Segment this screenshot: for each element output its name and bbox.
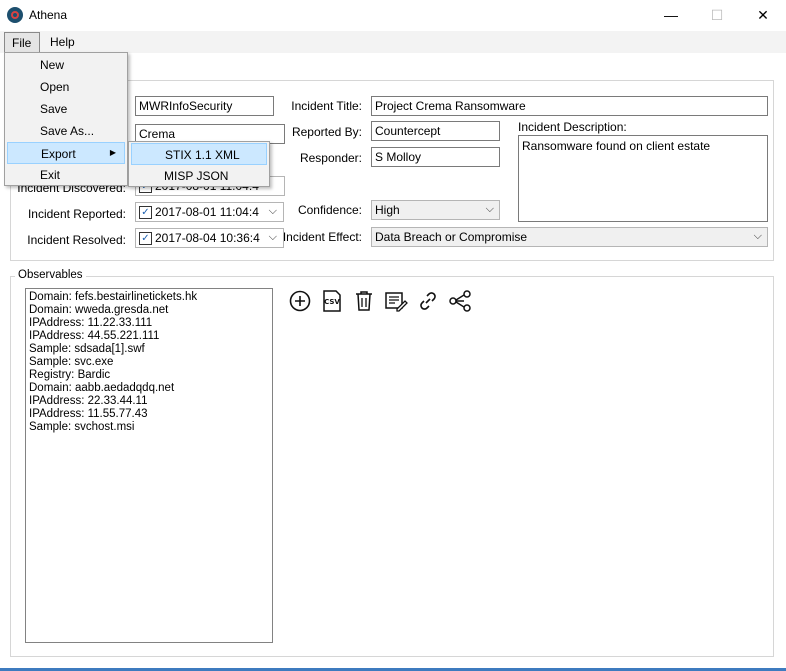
list-item[interactable]: Domain: aabb.aedadqdq.net xyxy=(29,382,272,395)
menu-item-export[interactable]: Export ▶ xyxy=(7,142,125,164)
list-item[interactable]: Registry: Bardic xyxy=(29,369,272,382)
share-graph-icon xyxy=(449,290,471,312)
menu-help[interactable]: Help xyxy=(43,32,83,53)
observables-label: Observables xyxy=(15,269,86,281)
menu-item-exit[interactable]: Exit xyxy=(7,164,125,186)
submenu-item-misp[interactable]: MISP JSON xyxy=(131,165,267,187)
chevron-down-icon: ⌵ xyxy=(485,203,494,215)
edit-observables-button[interactable] xyxy=(384,289,408,313)
share-graph-button[interactable] xyxy=(448,289,472,313)
link-icon xyxy=(420,292,436,310)
title-bar: Athena — ☐ ✕ xyxy=(0,0,786,30)
window-title: Athena xyxy=(29,8,68,22)
organisation-field[interactable]: MWRInfoSecurity xyxy=(135,96,274,116)
observables-list[interactable]: Domain: fefs.bestairlinetickets.hk Domai… xyxy=(25,288,273,643)
incident-resolved-label: Incident Resolved: xyxy=(27,233,126,247)
import-csv-button[interactable]: CSV xyxy=(320,289,344,313)
reported-date: 2017-08-01 11:04:4 xyxy=(155,205,259,219)
list-item[interactable]: Domain: fefs.bestairlinetickets.hk xyxy=(29,291,272,304)
edit-list-icon xyxy=(385,292,408,312)
menu-item-export-label: Export xyxy=(41,147,76,161)
link-observables-button[interactable] xyxy=(416,289,440,313)
csv-icon-text: CSV xyxy=(324,298,340,306)
list-item[interactable]: Sample: sdsada[1].swf xyxy=(29,343,272,356)
list-item[interactable]: IPAddress: 11.22.33.111 xyxy=(29,317,272,330)
trash-icon xyxy=(356,291,372,311)
responder-label: Responder: xyxy=(299,151,362,165)
minimize-button[interactable]: — xyxy=(648,0,694,30)
menu-file[interactable]: File xyxy=(4,32,40,53)
chevron-down-icon: ⌵ xyxy=(268,205,277,217)
delete-observable-button[interactable] xyxy=(352,289,376,313)
incident-reported-label: Incident Reported: xyxy=(27,207,126,221)
list-item[interactable]: Sample: svc.exe xyxy=(29,356,272,369)
menu-item-open[interactable]: Open xyxy=(7,76,125,98)
menu-bar xyxy=(0,31,786,53)
confidence-label: Confidence: xyxy=(297,203,362,217)
list-item[interactable]: Sample: svchost.msi xyxy=(29,421,272,434)
menu-item-save-as[interactable]: Save As... xyxy=(7,120,125,142)
list-item[interactable]: IPAddress: 44.55.221.111 xyxy=(29,330,272,343)
reported-by-field[interactable]: Countercept xyxy=(371,121,500,141)
add-icon xyxy=(289,290,311,312)
csv-icon: CSV xyxy=(323,290,341,312)
incident-resolved-picker[interactable]: ✓ 2017-08-04 10:36:4 ⌵ xyxy=(135,228,284,248)
incident-description-label: Incident Description: xyxy=(518,120,627,134)
incident-title-label: Incident Title: xyxy=(291,99,362,113)
confidence-value: High xyxy=(375,203,400,217)
chevron-down-icon: ⌵ xyxy=(753,230,762,242)
export-submenu: STIX 1.1 XML MISP JSON xyxy=(128,141,270,187)
close-button[interactable]: ✕ xyxy=(740,0,786,30)
list-item[interactable]: Domain: wweda.gresda.net xyxy=(29,304,272,317)
maximize-button[interactable]: ☐ xyxy=(694,0,740,30)
resolved-date: 2017-08-04 10:36:4 xyxy=(155,231,260,245)
incident-description-textarea[interactable]: Ransomware found on client estate xyxy=(518,135,768,222)
app-logo-icon xyxy=(7,7,23,23)
add-observable-button[interactable] xyxy=(288,289,312,313)
menu-item-new[interactable]: New xyxy=(7,54,125,76)
chevron-right-icon: ▶ xyxy=(109,148,116,157)
resolved-checkbox[interactable]: ✓ xyxy=(139,232,152,245)
file-menu-dropdown: New Open Save Save As... Export ▶ Exit xyxy=(4,52,128,186)
confidence-select[interactable]: High ⌵ xyxy=(371,200,500,220)
reported-checkbox[interactable]: ✓ xyxy=(139,206,152,219)
responder-field[interactable]: S Molloy xyxy=(371,147,500,167)
list-item[interactable]: IPAddress: 22.33.44.11 xyxy=(29,395,272,408)
incident-effect-value: Data Breach or Compromise xyxy=(375,230,528,244)
incident-reported-picker[interactable]: ✓ 2017-08-01 11:04:4 ⌵ xyxy=(135,202,284,222)
incident-effect-select[interactable]: Data Breach or Compromise ⌵ xyxy=(371,227,768,247)
submenu-item-stix[interactable]: STIX 1.1 XML xyxy=(131,143,267,165)
list-item[interactable]: IPAddress: 11.55.77.43 xyxy=(29,408,272,421)
incident-effect-label: Incident Effect: xyxy=(282,230,362,244)
incident-title-field[interactable]: Project Crema Ransomware xyxy=(371,96,768,116)
reported-by-label: Reported By: xyxy=(291,125,362,139)
chevron-down-icon: ⌵ xyxy=(268,231,277,243)
menu-item-save[interactable]: Save xyxy=(7,98,125,120)
